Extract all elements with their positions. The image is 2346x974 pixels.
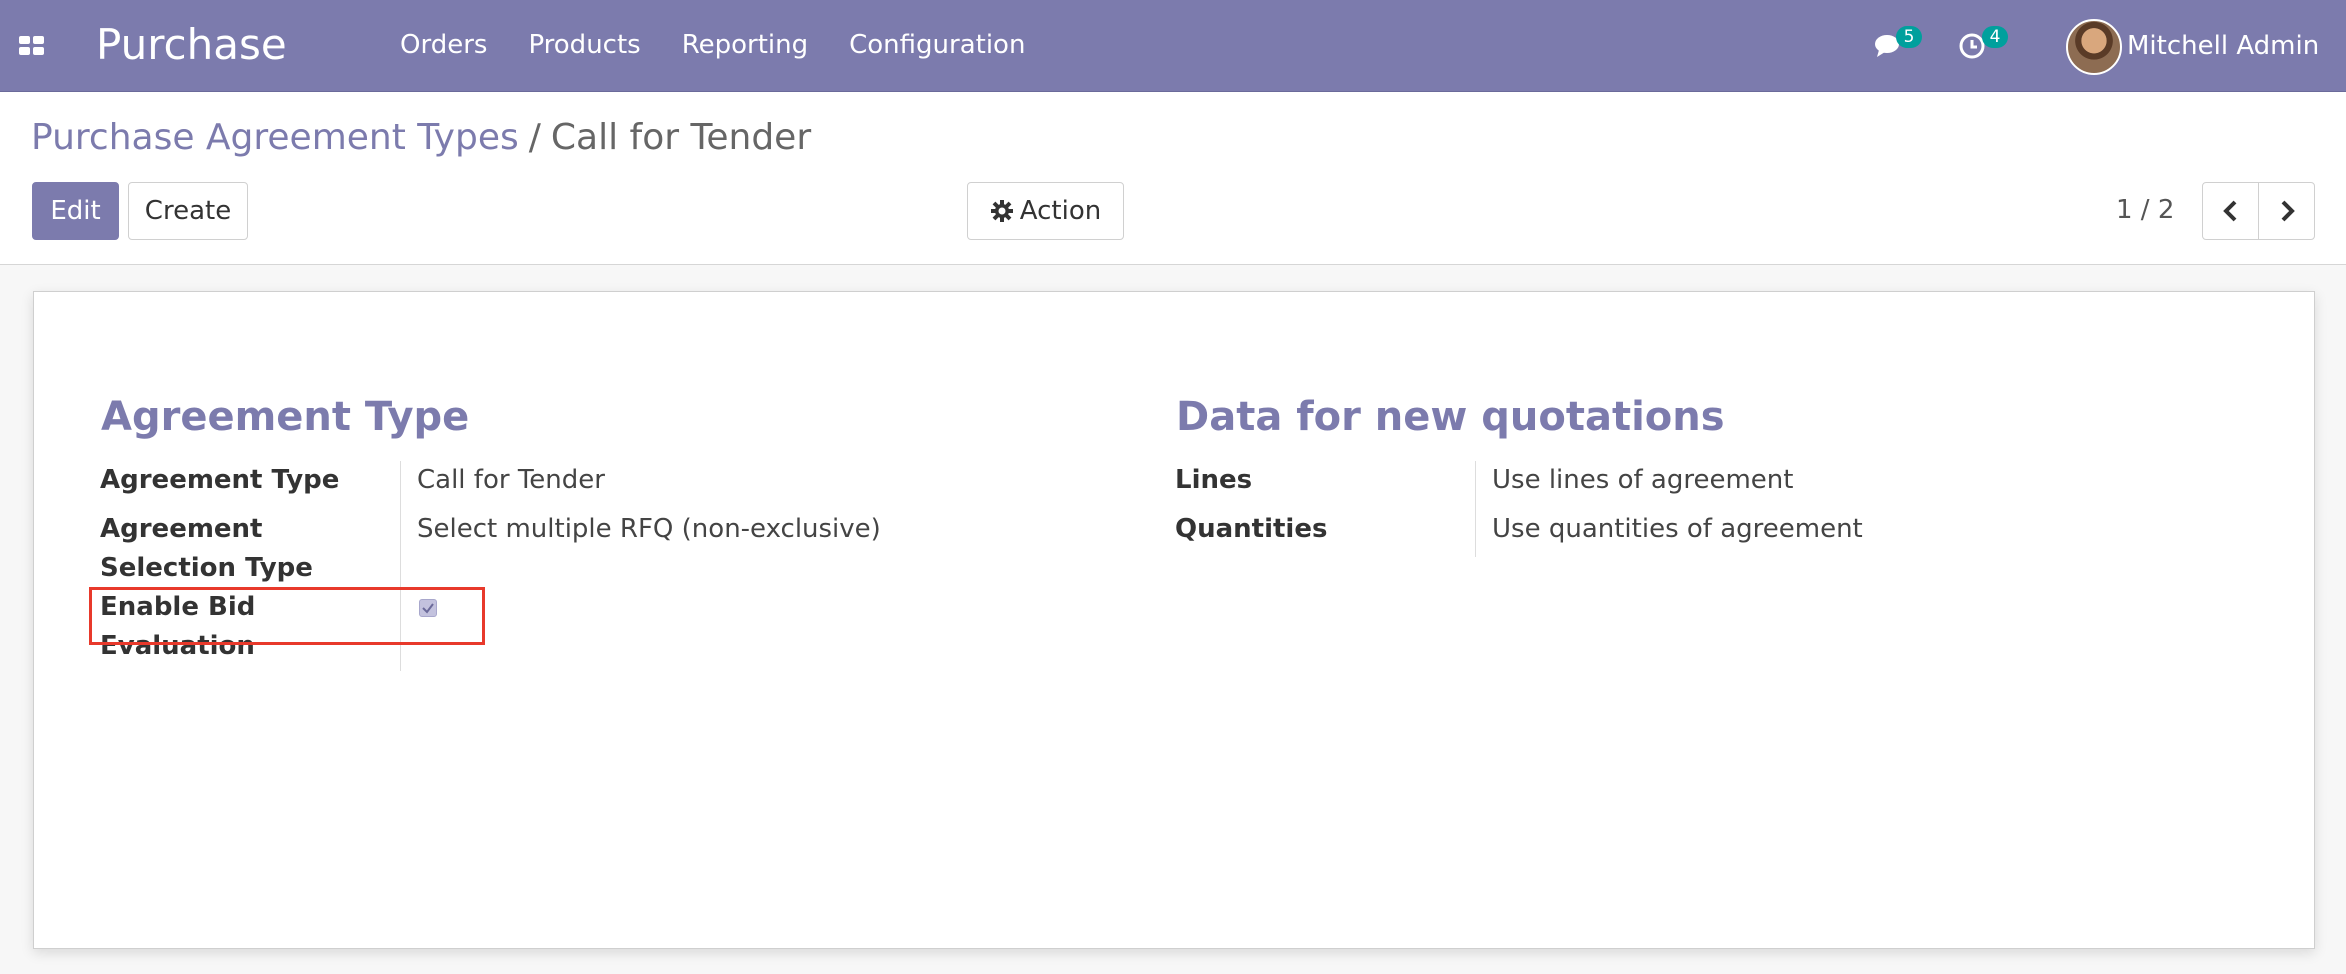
selection-type-label-line2: Selection Type: [100, 553, 313, 583]
breadcrumb-separator: /: [528, 117, 541, 158]
lines-label: Lines: [1175, 465, 1253, 495]
quantities-label: Quantities: [1175, 514, 1328, 544]
selection-type-label-line1: Agreement: [100, 514, 263, 544]
selection-type-value: Select multiple RFQ (non-exclusive): [417, 514, 881, 544]
messages-menu[interactable]: 5: [1870, 22, 1930, 68]
activities-menu[interactable]: 4: [1956, 22, 2016, 68]
top-navbar: Purchase Orders Products Reporting Confi…: [0, 0, 2346, 92]
chevron-left-icon: [2222, 200, 2236, 222]
action-button[interactable]: Action: [967, 182, 1124, 240]
menu-products[interactable]: Products: [528, 30, 640, 60]
edit-button[interactable]: Edit: [32, 182, 119, 240]
main-menu: Orders Products Reporting Configuration: [400, 30, 1025, 60]
create-button[interactable]: Create: [128, 182, 248, 240]
breadcrumb-parent[interactable]: Purchase Agreement Types: [31, 117, 519, 158]
group-title-agreement-type: Agreement Type: [101, 394, 470, 440]
action-label: Action: [1019, 196, 1102, 226]
form-sheet: Agreement Type Data for new quotations A…: [33, 291, 2315, 949]
agreement-type-value: Call for Tender: [417, 465, 605, 495]
breadcrumb: Purchase Agreement Types / Call for Tender: [31, 117, 811, 158]
user-name[interactable]: Mitchell Admin: [2127, 31, 2319, 61]
user-avatar[interactable]: [2066, 19, 2122, 75]
pager-value[interactable]: 1 / 2: [2116, 195, 2174, 225]
group-title-new-quotations: Data for new quotations: [1176, 394, 1725, 440]
quantities-value: Use quantities of agreement: [1492, 514, 1863, 544]
pager-previous-button[interactable]: [2202, 182, 2259, 240]
gear-icon: [990, 200, 1013, 222]
menu-configuration[interactable]: Configuration: [849, 30, 1025, 60]
agreement-type-label: Agreement Type: [100, 465, 340, 495]
menu-reporting[interactable]: Reporting: [682, 30, 808, 60]
activities-badge: 4: [1982, 26, 2008, 48]
chevron-right-icon: [2281, 200, 2295, 222]
control-panel: Purchase Agreement Types / Call for Tender…: [0, 92, 2346, 265]
menu-orders[interactable]: Orders: [400, 30, 487, 60]
bid-evaluation-highlight: [89, 587, 485, 645]
right-group-separator: [1475, 461, 1476, 557]
messages-badge: 5: [1896, 26, 1922, 48]
lines-value: Use lines of agreement: [1492, 465, 1794, 495]
apps-grid-icon[interactable]: [19, 36, 45, 56]
breadcrumb-current: Call for Tender: [550, 117, 812, 158]
pager-next-button[interactable]: [2258, 182, 2315, 240]
app-name[interactable]: Purchase: [96, 20, 287, 69]
